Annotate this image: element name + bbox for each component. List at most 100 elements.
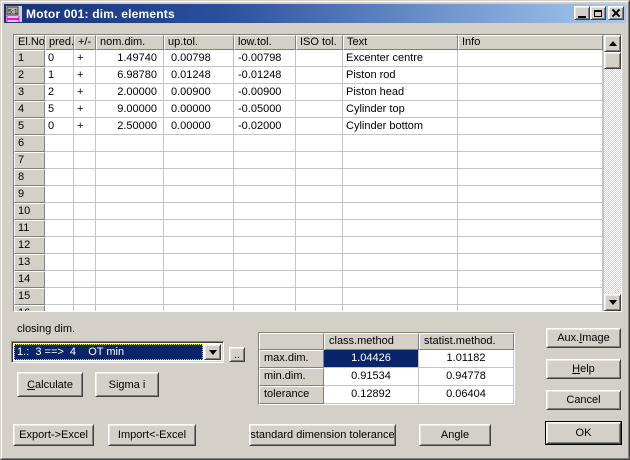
row-header-10[interactable]: 10 bbox=[14, 203, 45, 220]
grid-cell[interactable] bbox=[74, 220, 96, 237]
grid-cell[interactable] bbox=[458, 101, 603, 118]
grid-cell[interactable] bbox=[234, 305, 296, 311]
grid-cell[interactable] bbox=[74, 186, 96, 203]
row-header-7[interactable]: 7 bbox=[14, 152, 45, 169]
aux-image-button[interactable]: Aux. Image bbox=[546, 328, 621, 348]
row-header-8[interactable]: 8 bbox=[14, 169, 45, 186]
grid-cell[interactable]: 1 bbox=[45, 67, 74, 84]
grid-cell[interactable] bbox=[164, 152, 234, 169]
grid-cell[interactable]: 0.00798 bbox=[164, 50, 234, 67]
grid-cell[interactable] bbox=[343, 152, 458, 169]
scrollbar-thumb[interactable] bbox=[604, 52, 621, 69]
row-header-1[interactable]: 1 bbox=[14, 50, 45, 67]
ok-button[interactable]: OK bbox=[546, 422, 621, 444]
column-header-predel[interactable]: pred.el. bbox=[45, 35, 74, 50]
grid-cell[interactable] bbox=[458, 118, 603, 135]
grid-cell[interactable] bbox=[234, 220, 296, 237]
grid-cell[interactable] bbox=[96, 288, 164, 305]
grid-cell[interactable] bbox=[96, 169, 164, 186]
column-header-elno[interactable]: El.No bbox=[14, 35, 45, 50]
grid-cell[interactable]: -0.01248 bbox=[234, 67, 296, 84]
column-header-nomdim[interactable]: nom.dim. bbox=[96, 35, 164, 50]
grid-cell[interactable] bbox=[164, 254, 234, 271]
grid-cell[interactable] bbox=[45, 169, 74, 186]
close-button[interactable] bbox=[608, 6, 624, 20]
grid-cell[interactable]: -0.05000 bbox=[234, 101, 296, 118]
grid-cell[interactable] bbox=[343, 135, 458, 152]
grid-cell[interactable] bbox=[296, 84, 343, 101]
grid-cell[interactable]: 0.00000 bbox=[164, 101, 234, 118]
grid-cell[interactable]: + bbox=[74, 50, 96, 67]
grid-cell[interactable] bbox=[96, 203, 164, 220]
results-cell-tolerance-class[interactable]: 0.12892 bbox=[324, 386, 419, 404]
grid-cell[interactable] bbox=[96, 254, 164, 271]
closing-dim-select[interactable]: 1.: 3 ==> 4 OT min bbox=[11, 341, 224, 363]
grid-cell[interactable] bbox=[296, 101, 343, 118]
grid-cell[interactable]: 2.50000 bbox=[96, 118, 164, 135]
grid-cell[interactable] bbox=[458, 220, 603, 237]
grid-cell[interactable] bbox=[343, 305, 458, 311]
import-excel-button[interactable]: Import<-Excel bbox=[108, 424, 196, 446]
grid-cell[interactable] bbox=[96, 186, 164, 203]
grid-cell[interactable] bbox=[45, 288, 74, 305]
grid-cell[interactable] bbox=[458, 254, 603, 271]
grid-cell[interactable]: 2 bbox=[45, 84, 74, 101]
grid-cell[interactable]: + bbox=[74, 118, 96, 135]
grid-cell[interactable]: 0.01248 bbox=[164, 67, 234, 84]
grid-cell[interactable] bbox=[343, 186, 458, 203]
title-bar[interactable]: 5:1 Motor 001: dim. elements bbox=[4, 4, 626, 23]
grid-cell[interactable] bbox=[96, 152, 164, 169]
vertical-scrollbar[interactable] bbox=[603, 35, 621, 311]
grid-cell[interactable] bbox=[74, 203, 96, 220]
grid-cell[interactable] bbox=[45, 135, 74, 152]
grid-cell[interactable] bbox=[296, 152, 343, 169]
grid-cell[interactable]: + bbox=[74, 84, 96, 101]
grid-cell[interactable] bbox=[234, 152, 296, 169]
grid-cell[interactable] bbox=[458, 305, 603, 311]
column-header-text[interactable]: Text bbox=[343, 35, 458, 50]
grid-cell[interactable] bbox=[296, 186, 343, 203]
row-header-9[interactable]: 9 bbox=[14, 186, 45, 203]
grid-cell[interactable]: 5 bbox=[45, 101, 74, 118]
minimize-button[interactable] bbox=[574, 6, 590, 20]
grid-cell[interactable] bbox=[164, 271, 234, 288]
grid-cell[interactable] bbox=[296, 237, 343, 254]
row-header-6[interactable]: 6 bbox=[14, 135, 45, 152]
grid-cell[interactable]: -0.00798 bbox=[234, 50, 296, 67]
grid-cell[interactable] bbox=[234, 237, 296, 254]
grid-cell[interactable] bbox=[164, 288, 234, 305]
grid-cell[interactable] bbox=[296, 135, 343, 152]
row-header-16[interactable]: 16 bbox=[14, 305, 45, 311]
grid-cell[interactable] bbox=[45, 152, 74, 169]
column-header-info[interactable]: Info bbox=[458, 35, 603, 50]
column-header-lowtol[interactable]: low.tol. bbox=[234, 35, 296, 50]
grid-cell[interactable] bbox=[45, 271, 74, 288]
grid-cell[interactable]: 1.49740 bbox=[96, 50, 164, 67]
grid-cell[interactable]: 9.00000 bbox=[96, 101, 164, 118]
grid-cell[interactable] bbox=[296, 288, 343, 305]
grid-cell[interactable] bbox=[45, 220, 74, 237]
grid-cell[interactable] bbox=[296, 118, 343, 135]
grid-cell[interactable] bbox=[74, 237, 96, 254]
grid-cell[interactable] bbox=[458, 169, 603, 186]
grid-cell[interactable] bbox=[96, 220, 164, 237]
grid-cell[interactable]: 0.00900 bbox=[164, 84, 234, 101]
results-cell-mindim-statist[interactable]: 0.94778 bbox=[419, 368, 514, 386]
row-header-15[interactable]: 15 bbox=[14, 288, 45, 305]
scroll-up-button[interactable] bbox=[604, 35, 621, 52]
grid-cell[interactable] bbox=[164, 305, 234, 311]
grid-cell[interactable] bbox=[296, 271, 343, 288]
results-cell-tolerance-statist[interactable]: 0.06404 bbox=[419, 386, 514, 404]
grid-cell[interactable] bbox=[164, 186, 234, 203]
grid-cell[interactable] bbox=[234, 186, 296, 203]
combo-dropdown-button[interactable] bbox=[204, 344, 221, 360]
grid-cell[interactable] bbox=[45, 254, 74, 271]
grid-cell[interactable] bbox=[96, 135, 164, 152]
grid-cell[interactable] bbox=[45, 203, 74, 220]
column-header-[interactable]: +/- bbox=[74, 35, 96, 50]
grid-cell[interactable] bbox=[458, 84, 603, 101]
cancel-button[interactable]: Cancel bbox=[546, 390, 621, 410]
results-cell-maxdim-class[interactable]: 1.04426 bbox=[324, 350, 419, 368]
grid-cell[interactable] bbox=[96, 237, 164, 254]
grid-cell[interactable] bbox=[296, 67, 343, 84]
